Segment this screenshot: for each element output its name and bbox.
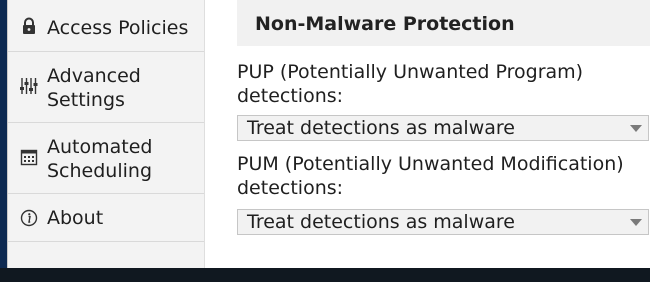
- pum-selected-value: Treat detections as malware: [247, 211, 515, 233]
- sidebar-item-advanced-settings[interactable]: Advanced Settings: [8, 52, 204, 123]
- pup-detections-label: PUP (Potentially Unwanted Program) detec…: [237, 61, 584, 107]
- settings-sidebar: Access Policies Advanced Settings Automa…: [8, 0, 205, 268]
- pup-selected-value: Treat detections as malware: [247, 117, 515, 139]
- sidebar-item-access-policies[interactable]: Access Policies: [8, 0, 204, 52]
- section-header: Non-Malware Protection: [237, 0, 650, 46]
- sidebar-item-label: Automated Scheduling: [47, 136, 153, 182]
- sliders-icon: [20, 77, 38, 95]
- sidebar-item-about[interactable]: About: [8, 194, 204, 242]
- section-title: Non-Malware Protection: [255, 13, 515, 35]
- lock-icon: [20, 17, 38, 35]
- pum-detections-label: PUM (Potentially Unwanted Modification) …: [237, 153, 624, 199]
- sidebar-item-label: About: [47, 207, 104, 229]
- pup-detections-dropdown[interactable]: Treat detections as malware: [237, 115, 649, 141]
- chevron-down-icon: [630, 125, 642, 132]
- pum-detections-dropdown[interactable]: Treat detections as malware: [237, 209, 649, 235]
- chevron-down-icon: [630, 219, 642, 226]
- sidebar-item-automated-scheduling[interactable]: Automated Scheduling: [8, 123, 204, 194]
- settings-window: Access Policies Advanced Settings Automa…: [7, 0, 650, 268]
- taskbar: [0, 268, 650, 282]
- sidebar-item-label: Advanced Settings: [47, 65, 141, 111]
- sidebar-item-label: Access Policies: [47, 17, 189, 39]
- info-icon: [20, 209, 38, 227]
- calendar-icon: [20, 148, 38, 166]
- settings-content: Non-Malware Protection PUP (Potentially …: [205, 0, 650, 268]
